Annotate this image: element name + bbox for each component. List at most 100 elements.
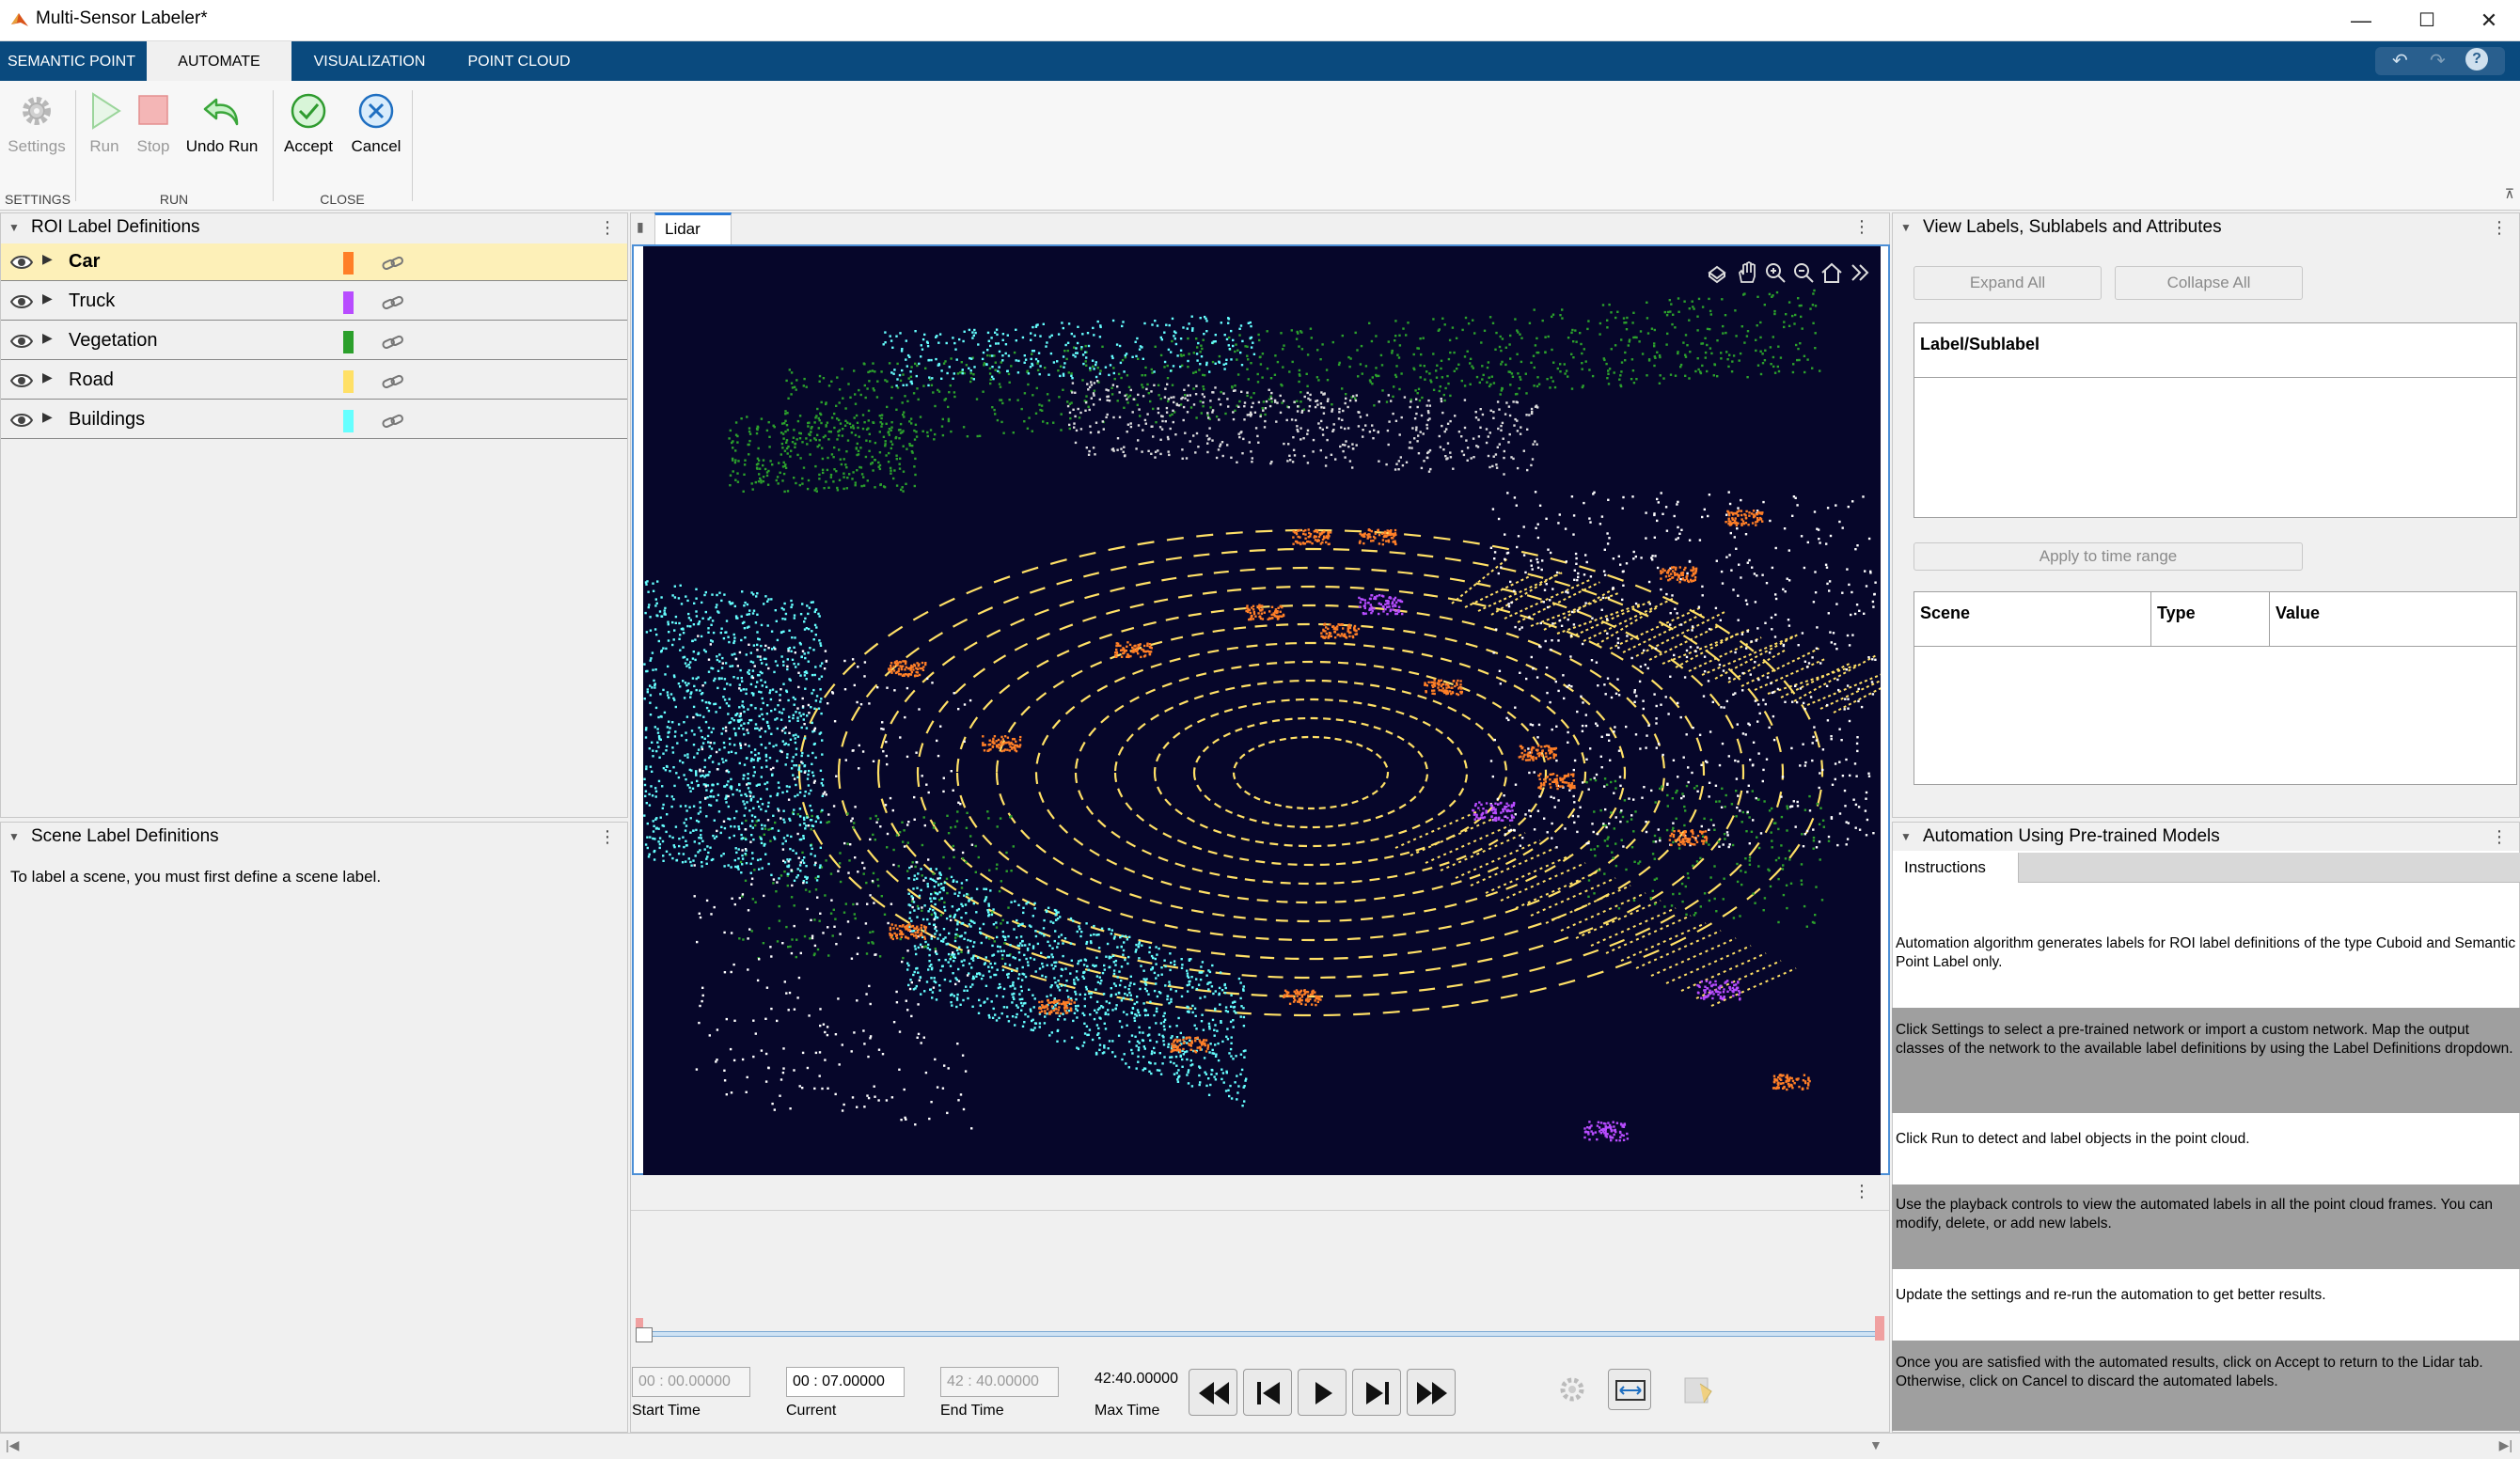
tab-automate[interactable]: AUTOMATE [147, 41, 291, 81]
lidar-point [1551, 622, 1554, 625]
collapse-triangle-icon[interactable]: ▼ [8, 213, 20, 242]
lidar-point [672, 798, 675, 801]
link-icon[interactable] [381, 332, 405, 353]
expand-caret-icon[interactable]: ▶ [42, 251, 53, 267]
lidar-point [695, 828, 698, 832]
panel-menu-icon[interactable]: ⋮ [599, 823, 616, 851]
point-cloud-display[interactable] [632, 244, 1890, 1175]
lidar-point [1680, 882, 1684, 886]
lidar-point [1112, 969, 1116, 972]
lidar-point [795, 764, 798, 767]
redo-icon[interactable]: ↷ [2430, 49, 2446, 72]
eye-icon[interactable] [10, 292, 33, 311]
lidar-point [1472, 319, 1474, 322]
panel-menu-icon[interactable]: ⋮ [1853, 217, 1870, 237]
lidar-point [1709, 818, 1712, 822]
expand-caret-icon[interactable]: ▶ [42, 409, 53, 425]
roi-label-row-buildings[interactable]: ▶ Buildings [1, 401, 627, 439]
maximize-button[interactable]: ☐ [2394, 4, 2460, 38]
lidar-point [734, 847, 737, 850]
lidar-point [1812, 292, 1815, 295]
timeline-menu-icon[interactable]: ⋮ [1853, 1182, 1870, 1201]
roi-label-row-truck[interactable]: ▶ Truck [1, 283, 627, 321]
collapse-triangle-icon[interactable]: ▼ [8, 823, 20, 851]
label-color-swatch[interactable] [343, 370, 354, 393]
lidar-point [807, 754, 810, 758]
lidar-point [1677, 352, 1679, 355]
collapse-toolstrip-icon[interactable]: ⊼ [2505, 186, 2514, 202]
settings-button[interactable]: Settings [4, 90, 70, 156]
lidar-point [1364, 365, 1368, 368]
roi-label-row-car[interactable]: ▶ Car [1, 243, 627, 281]
eye-icon[interactable] [10, 332, 33, 351]
expand-caret-icon[interactable]: ▶ [42, 369, 53, 385]
help-icon[interactable]: ? [2465, 48, 2488, 71]
eye-icon[interactable] [10, 371, 33, 390]
lidar-point [669, 727, 671, 730]
lidar-point [1855, 604, 1859, 606]
undo-icon[interactable]: ↶ [2392, 49, 2408, 72]
lidar-point [654, 726, 656, 729]
eye-icon[interactable] [10, 411, 33, 430]
lidar-point [1021, 1025, 1025, 1028]
lidar-point [825, 424, 827, 427]
label-color-swatch[interactable] [343, 291, 354, 314]
label-color-swatch[interactable] [343, 252, 354, 275]
lidar-point [987, 970, 991, 973]
cancel-button[interactable]: Cancel [346, 90, 406, 156]
lidar-point [742, 490, 745, 493]
lidar-point [1266, 330, 1268, 333]
lidar-point [731, 602, 734, 604]
lidar-point [1605, 618, 1609, 620]
lidar-point [857, 453, 860, 456]
expand-caret-icon[interactable]: ▶ [42, 330, 53, 346]
lidar-point [761, 684, 764, 687]
tab-visualization[interactable]: VISUALIZATION [299, 41, 440, 81]
lidar-point [762, 717, 764, 721]
roi-label-row-vegetation[interactable]: ▶ Vegetation [1, 322, 627, 360]
lidar-point [1517, 372, 1520, 375]
lidar-point [768, 435, 771, 438]
link-icon[interactable] [381, 253, 405, 274]
lidar-point [1071, 377, 1074, 380]
lidar-point [1620, 839, 1623, 841]
lidar-point [654, 818, 657, 821]
stop-button[interactable]: Stop [130, 90, 177, 156]
point-cloud-canvas[interactable] [643, 246, 1881, 1175]
run-button[interactable]: Run [81, 90, 128, 156]
label-color-swatch[interactable] [343, 410, 354, 432]
tab-lidar[interactable]: Lidar [654, 212, 732, 244]
roi-label-row-road[interactable]: ▶ Road [1, 362, 627, 400]
lidar-point [1556, 367, 1559, 370]
lidar-point [1212, 992, 1215, 996]
link-icon[interactable] [381, 371, 405, 392]
lidar-point [694, 658, 697, 662]
lidar-point [1154, 957, 1157, 961]
lidar-point [738, 937, 741, 940]
lidar-point [695, 597, 698, 600]
lidar-point [908, 420, 911, 423]
eye-icon[interactable] [10, 253, 33, 272]
lidar-point [998, 889, 1001, 893]
accept-button[interactable]: Accept [278, 90, 339, 156]
lidar-point [1048, 944, 1051, 948]
lidar-point [1103, 964, 1106, 967]
panel-menu-icon[interactable]: ⋮ [599, 213, 616, 242]
tab-point-cloud[interactable]: POINT CLOUD [449, 41, 589, 81]
lidar-point [1754, 902, 1756, 904]
lidar-point [1683, 824, 1686, 827]
lidar-point [1045, 976, 1047, 979]
close-window-button[interactable]: ✕ [2456, 4, 2520, 38]
tab-semantic-point[interactable]: SEMANTIC POINT [0, 41, 143, 81]
link-icon[interactable] [381, 411, 405, 431]
minimize-button[interactable]: — [2328, 4, 2394, 38]
link-icon[interactable] [381, 292, 405, 313]
lidar-point [799, 870, 802, 872]
label-color-swatch[interactable] [343, 331, 354, 353]
expand-caret-icon[interactable]: ▶ [42, 290, 53, 306]
lidar-point [948, 391, 951, 394]
lidar-point [1093, 334, 1095, 337]
undo-run-button[interactable]: Undo Run [182, 90, 261, 156]
lidar-point [1769, 885, 1772, 888]
lidar-point [914, 948, 917, 950]
